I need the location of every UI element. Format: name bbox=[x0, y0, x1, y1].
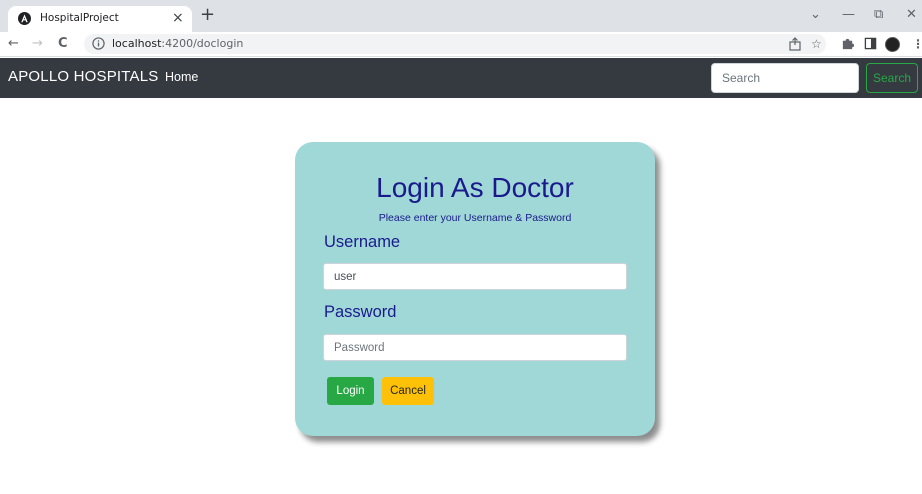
nav-home-link[interactable]: Home bbox=[165, 70, 198, 84]
tab-search-icon[interactable]: ⌄ bbox=[810, 6, 821, 24]
tab-title: HospitalProject bbox=[40, 12, 119, 24]
cancel-button[interactable]: Cancel bbox=[382, 377, 434, 405]
angular-favicon-icon bbox=[18, 12, 31, 25]
browser-menu-icon[interactable]: ⋮ bbox=[912, 36, 922, 52]
username-input[interactable] bbox=[323, 263, 627, 290]
minimize-icon[interactable]: — bbox=[842, 6, 855, 24]
side-panel-icon[interactable] bbox=[864, 37, 877, 50]
login-card: Login As Doctor Please enter your Userna… bbox=[295, 142, 655, 436]
password-label: Password bbox=[324, 303, 397, 321]
browser-tab[interactable]: HospitalProject × bbox=[8, 6, 192, 32]
username-label: Username bbox=[324, 233, 401, 251]
navbar-search-input[interactable] bbox=[711, 63, 859, 93]
bookmark-star-icon[interactable]: ☆ bbox=[811, 36, 822, 52]
url-text: localhost:4200/doclogin bbox=[112, 37, 243, 50]
share-icon[interactable] bbox=[788, 37, 802, 51]
login-subtitle: Please enter your Username & Password bbox=[378, 212, 572, 224]
address-bar: ← → C localhost:4200/doclogin ☆ ⋮ bbox=[0, 32, 922, 57]
url-host: localhost bbox=[112, 37, 162, 50]
navbar-search-button[interactable]: Search bbox=[866, 63, 918, 93]
reload-icon[interactable]: C bbox=[58, 35, 68, 53]
restore-icon[interactable]: ⧉ bbox=[874, 6, 883, 24]
login-title: Login As Doctor bbox=[376, 172, 574, 203]
extensions-puzzle-icon[interactable] bbox=[841, 37, 854, 50]
forward-icon[interactable]: → bbox=[32, 35, 43, 53]
brand-name[interactable]: APOLLO HOSPITALS bbox=[8, 68, 158, 85]
url-path: :4200/doclogin bbox=[161, 37, 244, 50]
info-icon[interactable] bbox=[92, 37, 105, 50]
close-window-icon[interactable]: ✕ bbox=[906, 6, 917, 24]
password-input[interactable] bbox=[323, 334, 627, 361]
url-omnibox[interactable]: localhost:4200/doclogin bbox=[84, 34, 826, 54]
app-navbar: APOLLO HOSPITALS Home Search bbox=[0, 58, 922, 98]
tab-close-icon[interactable]: × bbox=[172, 9, 184, 27]
new-tab-icon[interactable]: + bbox=[200, 5, 215, 25]
browser-tab-strip: HospitalProject × + ⌄ — ⧉ ✕ bbox=[0, 0, 922, 32]
login-button[interactable]: Login bbox=[327, 377, 374, 405]
back-icon[interactable]: ← bbox=[8, 35, 19, 53]
profile-avatar[interactable] bbox=[885, 37, 900, 52]
